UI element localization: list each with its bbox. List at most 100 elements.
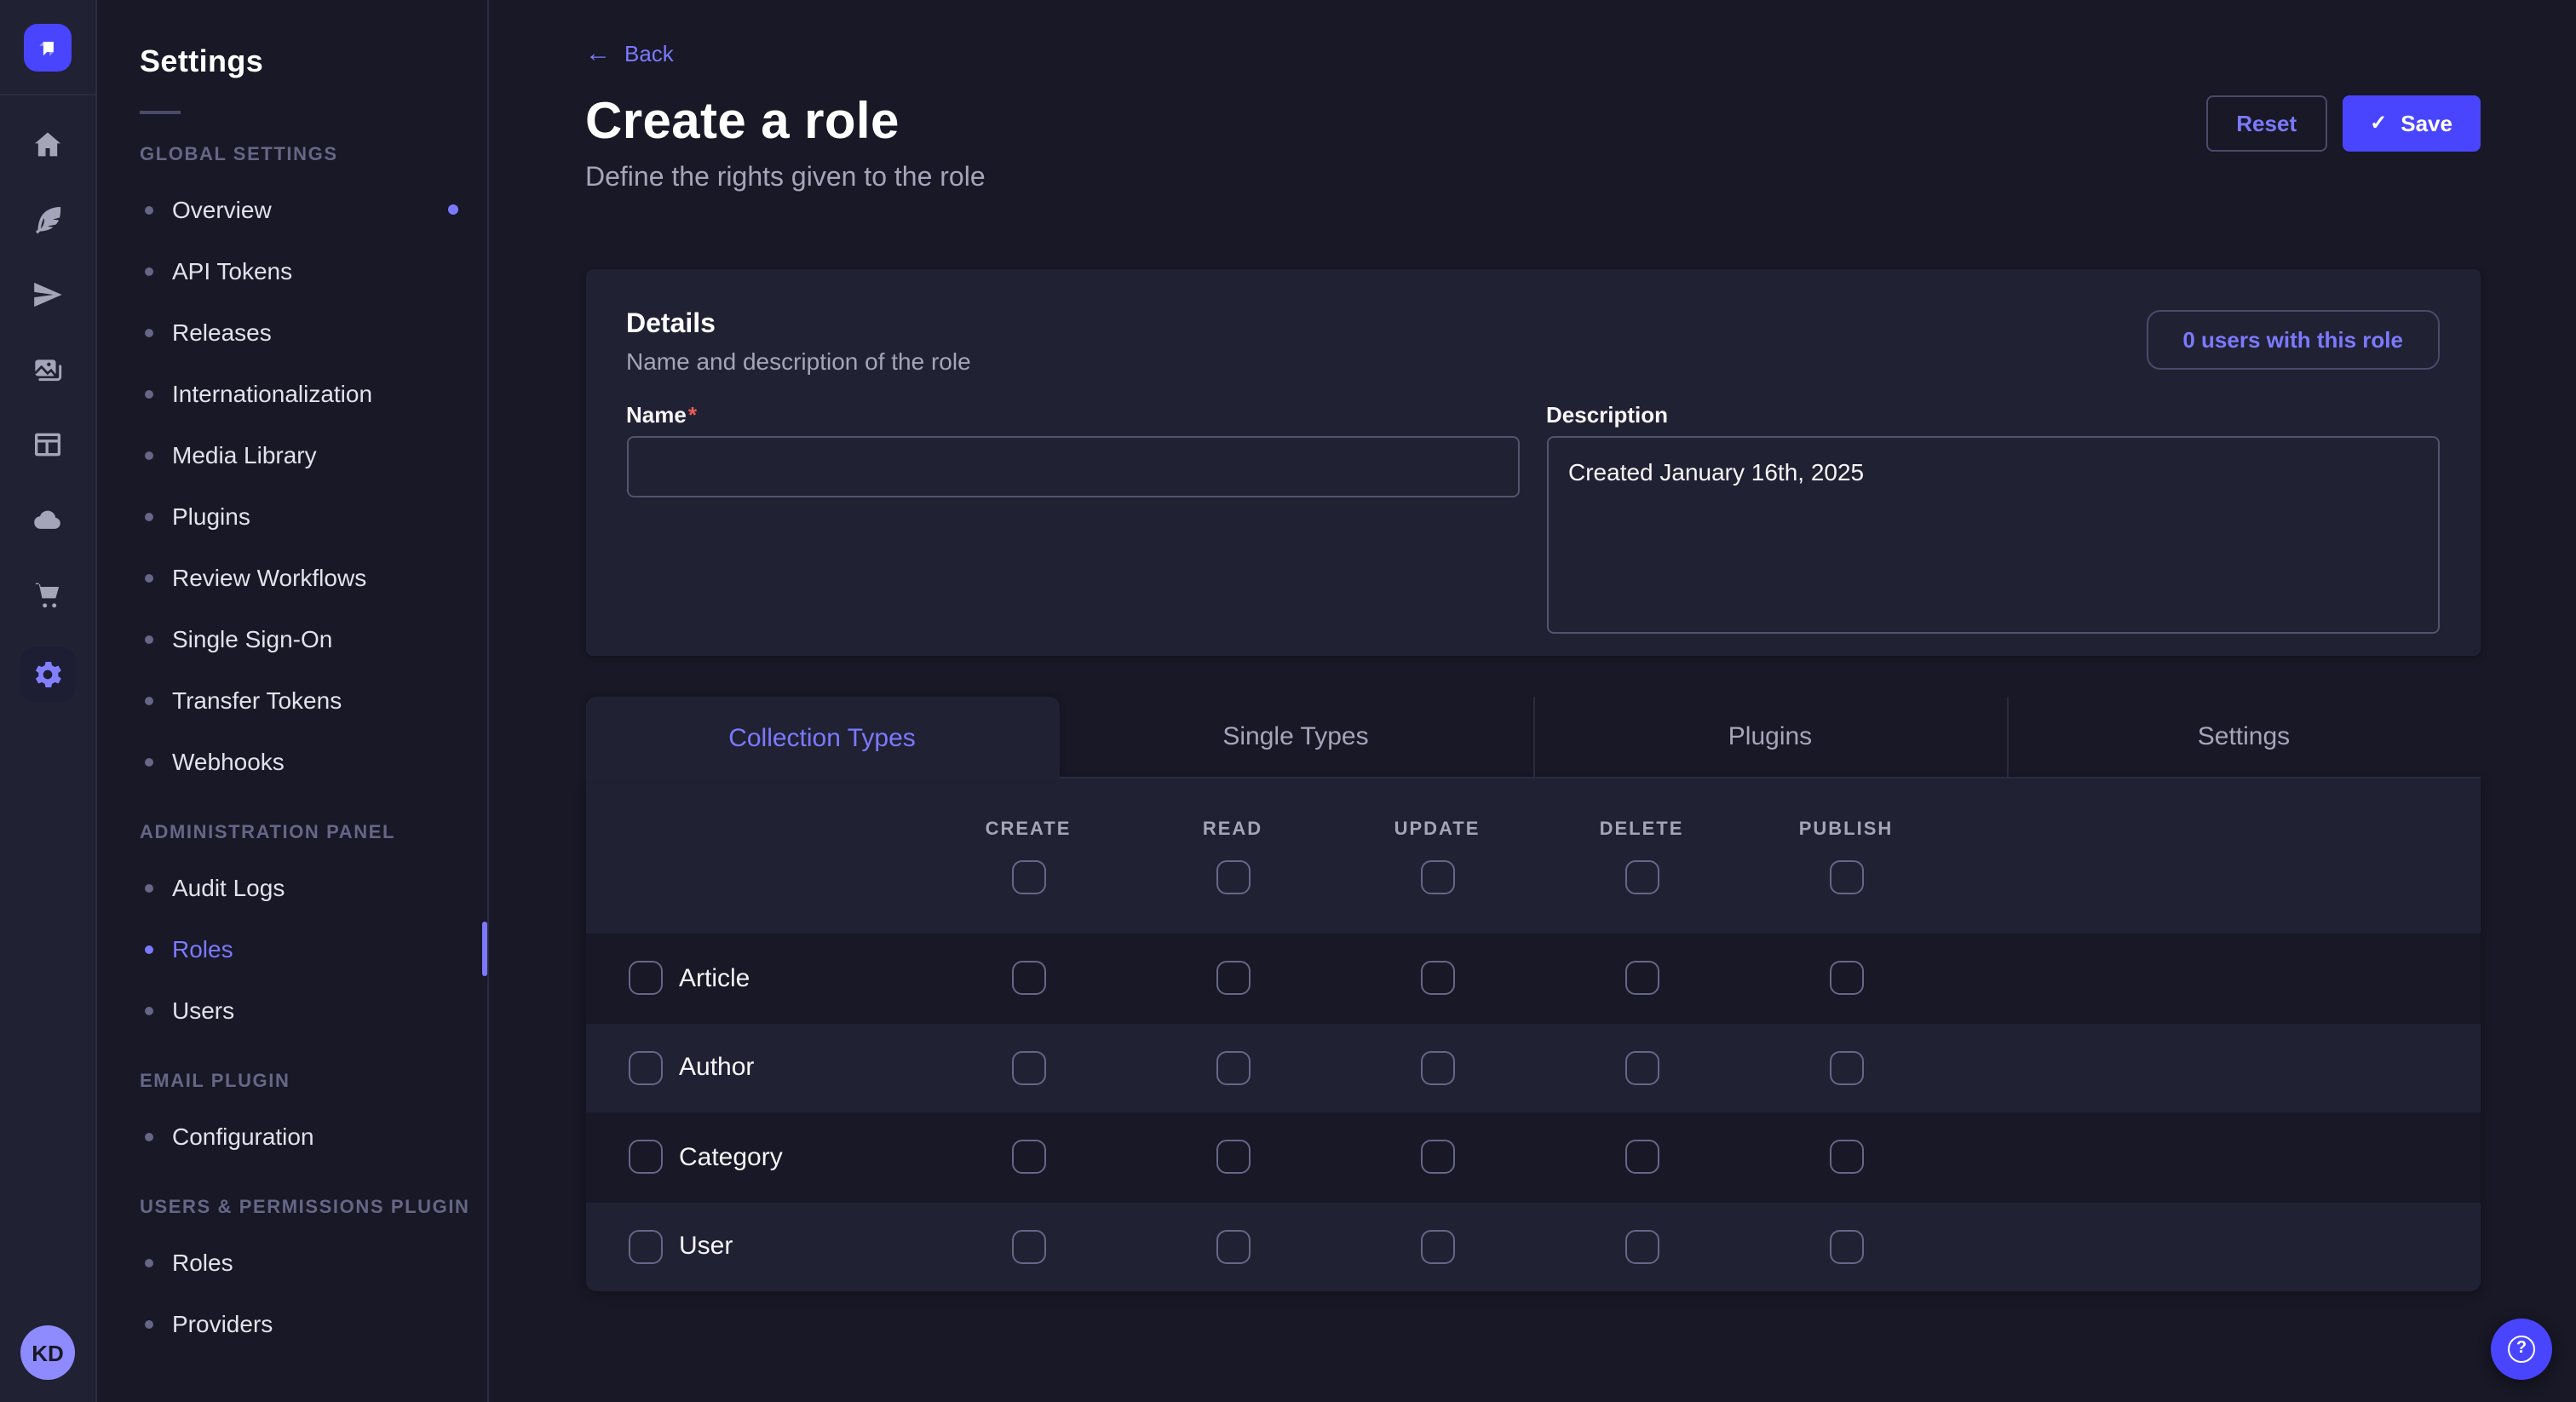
permission-checkbox-article-publish[interactable] (1829, 962, 1863, 996)
subnav-item-audit-logs[interactable]: Audit Logs (97, 857, 487, 918)
nav-item-label: Plugins (172, 503, 250, 530)
media-library-icon[interactable] (26, 348, 70, 392)
select-row-author-checkbox[interactable] (628, 1051, 662, 1085)
main-nav-rail: KD (0, 0, 97, 1402)
column-create: CREATE (926, 779, 1130, 934)
cloud-icon[interactable] (26, 497, 70, 542)
subnav-item-providers[interactable]: Providers (97, 1293, 487, 1354)
subnav-item-webhooks[interactable]: Webhooks (97, 731, 487, 792)
shopping-cart-icon[interactable] (26, 572, 70, 617)
tab-plugins[interactable]: Plugins (1532, 697, 2006, 779)
main-content: ← Back Create a role Reset ✓ Save Define… (489, 0, 2576, 1402)
subnav-item-overview[interactable]: Overview (97, 179, 487, 240)
nav-item-label: Review Workflows (172, 564, 366, 591)
nav-item-label: Audit Logs (172, 874, 285, 901)
name-label: Name* (626, 402, 1519, 428)
permission-checkbox-author-publish[interactable] (1829, 1051, 1863, 1085)
name-input[interactable] (626, 436, 1519, 497)
paper-plane-icon[interactable] (26, 273, 70, 317)
user-avatar[interactable]: KD (20, 1325, 75, 1380)
nav-section: EMAIL PLUGINConfiguration (97, 1072, 487, 1167)
help-button[interactable]: ? (2491, 1319, 2552, 1380)
subnav-item-users[interactable]: Users (97, 980, 487, 1041)
permission-checkbox-category-publish[interactable] (1829, 1141, 1863, 1175)
permissions-table-body: ArticleAuthorCategoryUser (585, 934, 2480, 1291)
home-icon[interactable] (26, 123, 70, 167)
subnav-item-review-workflows[interactable]: Review Workflows (97, 547, 487, 608)
notification-dot (448, 204, 458, 215)
permission-row-category: Category (585, 1112, 2480, 1202)
subnav-item-single-sign-on[interactable]: Single Sign-On (97, 608, 487, 669)
permission-checkbox-user-update[interactable] (1420, 1230, 1454, 1264)
back-link[interactable]: ← Back (585, 41, 674, 66)
cell-author-update (1335, 1051, 1539, 1085)
cell-article-create (926, 962, 1130, 996)
details-title: Details (626, 310, 971, 341)
subnav-title: Settings (97, 44, 487, 80)
permission-checkbox-article-read[interactable] (1216, 962, 1250, 996)
subnav-item-roles[interactable]: Roles (97, 918, 487, 980)
select-all-delete-checkbox[interactable] (1624, 859, 1659, 893)
permission-checkbox-article-update[interactable] (1420, 962, 1454, 996)
subnav-item-api-tokens[interactable]: API Tokens (97, 240, 487, 302)
cell-category-update (1335, 1141, 1539, 1175)
permission-checkbox-user-delete[interactable] (1624, 1230, 1659, 1264)
permissions-table: CREATEREADUPDATEDELETEPUBLISH ArticleAut… (585, 779, 2480, 1291)
permission-checkbox-article-create[interactable] (1011, 962, 1045, 996)
permission-checkbox-author-read[interactable] (1216, 1051, 1250, 1085)
logo-block (0, 0, 95, 95)
bullet-icon (145, 573, 153, 582)
save-button[interactable]: ✓ Save (2343, 95, 2480, 151)
permission-checkbox-author-create[interactable] (1011, 1051, 1045, 1085)
permission-checkbox-category-create[interactable] (1011, 1141, 1045, 1175)
subnav-item-releases[interactable]: Releases (97, 302, 487, 363)
check-icon: ✓ (2370, 111, 2387, 135)
permissions-card: Collection TypesSingle TypesPluginsSetti… (585, 697, 2480, 1291)
nav-item-label: Roles (172, 1249, 233, 1276)
header-actions: Reset ✓ Save (2205, 95, 2480, 151)
subnav-item-media-library[interactable]: Media Library (97, 424, 487, 486)
description-textarea[interactable]: Created January 16th, 2025 (1546, 436, 2439, 634)
bullet-icon (145, 945, 153, 953)
select-all-read-checkbox[interactable] (1216, 859, 1250, 893)
bullet-icon (145, 451, 153, 459)
subnav-item-configuration[interactable]: Configuration (97, 1106, 487, 1167)
permission-checkbox-user-create[interactable] (1011, 1230, 1045, 1264)
tab-collection-types[interactable]: Collection Types (585, 697, 1059, 779)
subnav-item-internationalization[interactable]: Internationalization (97, 363, 487, 424)
content-type-label: Author (679, 1054, 754, 1083)
permission-checkbox-category-delete[interactable] (1624, 1141, 1659, 1175)
permission-checkbox-user-publish[interactable] (1829, 1230, 1863, 1264)
permission-checkbox-category-update[interactable] (1420, 1141, 1454, 1175)
select-all-publish-checkbox[interactable] (1829, 859, 1863, 893)
subnav-item-roles[interactable]: Roles (97, 1232, 487, 1293)
feather-icon[interactable] (26, 198, 70, 242)
users-with-role-button[interactable]: 0 users with this role (2147, 310, 2439, 370)
select-all-create-checkbox[interactable] (1011, 859, 1045, 893)
permission-checkbox-user-read[interactable] (1216, 1230, 1250, 1264)
select-all-update-checkbox[interactable] (1420, 859, 1454, 893)
tab-single-types[interactable]: Single Types (1059, 697, 1532, 779)
subnav-item-transfer-tokens[interactable]: Transfer Tokens (97, 669, 487, 731)
gear-icon[interactable] (20, 647, 75, 702)
layout-icon[interactable] (26, 422, 70, 467)
bullet-icon (145, 1319, 153, 1328)
subnav-item-plugins[interactable]: Plugins (97, 486, 487, 547)
permission-checkbox-author-update[interactable] (1420, 1051, 1454, 1085)
column-label: DELETE (1600, 819, 1684, 839)
select-row-article-checkbox[interactable] (628, 962, 662, 996)
permission-checkbox-author-delete[interactable] (1624, 1051, 1659, 1085)
nav-item-label: Providers (172, 1310, 273, 1337)
nav-section-label: USERS & PERMISSIONS PLUGIN (97, 1198, 487, 1218)
tab-settings[interactable]: Settings (2006, 697, 2480, 779)
permission-checkbox-article-delete[interactable] (1624, 962, 1659, 996)
nav-item-label: API Tokens (172, 257, 292, 284)
arrow-left-icon: ← (585, 41, 611, 66)
select-row-category-checkbox[interactable] (628, 1141, 662, 1175)
permission-checkbox-category-read[interactable] (1216, 1141, 1250, 1175)
strapi-logo[interactable] (24, 23, 72, 71)
reset-button[interactable]: Reset (2205, 95, 2327, 151)
cell-author-create (926, 1051, 1130, 1085)
select-row-user-checkbox[interactable] (628, 1230, 662, 1264)
cell-article-publish (1744, 962, 1948, 996)
